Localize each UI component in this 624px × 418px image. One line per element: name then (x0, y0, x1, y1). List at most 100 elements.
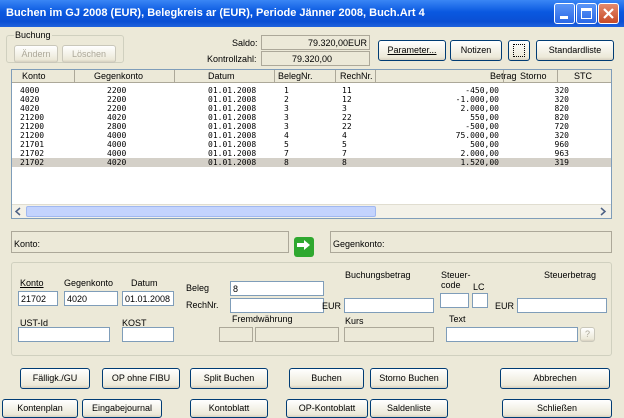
fremdwaehrung-code (219, 327, 253, 342)
fremdwaehrung-value (255, 327, 339, 342)
buchen-button[interactable]: Buchen (289, 368, 364, 389)
horizontal-scrollbar[interactable] (12, 204, 611, 218)
column-header[interactable]: Datum (208, 71, 235, 81)
split-buchen-button-label: Split Buchen (203, 373, 255, 383)
table-cell-beleg: 8 (284, 158, 289, 167)
fremdwaehrung-label: Fremdwährung (232, 314, 293, 324)
schliessen-button[interactable]: Schließen (502, 399, 612, 418)
beleg-input[interactable]: 8 (230, 281, 324, 296)
buchen-button-label: Buchen (311, 373, 342, 383)
column-header[interactable]: RechNr. (340, 71, 373, 81)
table-row[interactable]: 21200 4020 01.01.2008 3 22 550,00 820 (12, 113, 611, 122)
table-cell-stc: 319 (554, 158, 569, 167)
abbrechen-button[interactable]: Abbrechen (500, 368, 610, 389)
steuercode-input[interactable] (440, 293, 469, 308)
table-cell-konto: 4020 (20, 104, 40, 113)
table-row[interactable]: 21701 4000 01.01.2008 5 5 500,00 960 (12, 140, 611, 149)
table-cell-stc: 320 (554, 95, 569, 104)
table-cell-konto: 21200 (20, 131, 45, 140)
notizen-button[interactable]: Notizen (450, 40, 502, 61)
rechnr-input[interactable] (230, 298, 324, 313)
konto-info-panel: Konto: (11, 231, 289, 253)
table-cell-gegenkonto: 4020 (107, 113, 127, 122)
table-cell-betrag: 2.000,00 (460, 104, 499, 113)
lc-input[interactable] (472, 293, 488, 308)
table-cell-beleg: 1 (284, 86, 289, 95)
kost-input[interactable] (122, 327, 174, 342)
parameter-button[interactable]: Parameter... (378, 40, 446, 61)
scroll-thumb[interactable] (26, 206, 376, 217)
table-cell-rech: 4 (342, 131, 347, 140)
text-label: Text (449, 314, 466, 324)
table-cell-stc: 820 (554, 104, 569, 113)
scroll-left-icon[interactable] (14, 207, 23, 216)
konto-input[interactable]: 21702 (18, 291, 58, 306)
column-header[interactable]: Konto (22, 71, 46, 81)
kurs-label: Kurs (345, 316, 364, 326)
table-cell-datum: 01.01.2008 (208, 122, 257, 131)
eingabejournal-button[interactable]: Eingabejournal (82, 399, 162, 418)
table-cell-stc: 963 (554, 149, 569, 158)
table-row[interactable]: 4000 2200 01.01.2008 1 11 -450,00 320 (12, 86, 611, 95)
split-buchen-button[interactable]: Split Buchen (190, 368, 268, 389)
loeschen-button[interactable]: Löschen (62, 45, 116, 63)
op-ohne-fibu-button[interactable]: OP ohne FIBU (102, 368, 180, 389)
scroll-right-icon[interactable] (598, 207, 607, 216)
maximize-icon (581, 8, 592, 19)
gegenkonto-info-label: Gegenkonto: (333, 239, 385, 249)
gegenkonto-input[interactable]: 4020 (64, 291, 118, 306)
table-cell-datum: 01.01.2008 (208, 131, 257, 140)
notizen-button-label: Notizen (460, 45, 492, 55)
gegenkonto-info-panel: Gegenkonto: (330, 231, 612, 253)
table-row[interactable]: 21200 4000 01.01.2008 4 4 75.000,00 320 (12, 131, 611, 140)
datum-input[interactable]: 01.01.2008 (122, 291, 174, 306)
frame-toggle-button[interactable] (508, 40, 530, 61)
beleg-label: Beleg (186, 283, 210, 293)
minimize-button[interactable] (554, 3, 575, 24)
konto-info-label: Konto: (14, 239, 41, 249)
table-cell-konto: 21702 (20, 149, 45, 158)
table-cell-rech: 22 (342, 113, 352, 122)
bookings-table[interactable]: Konto Gegenkonto Datum BelegNr. RechNr. … (11, 69, 612, 219)
steuerbetrag-input[interactable] (517, 298, 607, 313)
saldenliste-button[interactable]: Saldenliste (370, 399, 448, 418)
buchungsbetrag-label: Buchungsbetrag (345, 270, 411, 280)
standardliste-button[interactable]: Standardliste (536, 40, 614, 61)
table-cell-rech: 11 (342, 86, 352, 95)
column-header[interactable]: Storno (520, 71, 547, 81)
eur-tax-label: EUR (495, 301, 515, 311)
op-kontoblatt-button[interactable]: OP-Kontoblatt (286, 399, 368, 418)
text-lookup-button[interactable]: ? (580, 327, 595, 342)
table-cell-gegenkonto: 2200 (107, 95, 127, 104)
faelligkeit-button[interactable]: Fälligk./GU (20, 368, 90, 389)
kontrollzahl-value: 79.320,00 (261, 51, 370, 66)
maximize-button[interactable] (576, 3, 597, 24)
buchungsbetrag-input[interactable] (344, 298, 434, 313)
table-row[interactable]: 21702 4000 01.01.2008 7 7 2.000,00 963 (12, 149, 611, 158)
table-row[interactable]: 4020 2200 01.01.2008 3 3 2.000,00 820 (12, 104, 611, 113)
text-input[interactable] (446, 327, 578, 342)
gegenkonto-label: Gegenkonto (64, 278, 114, 288)
column-header[interactable]: Gegenkonto (94, 71, 143, 81)
table-cell-stc: 320 (554, 131, 569, 140)
column-header[interactable]: BelegNr. (278, 71, 313, 81)
swap-accounts-icon[interactable] (291, 234, 317, 260)
table-cell-datum: 01.01.2008 (208, 149, 257, 158)
table-cell-konto: 21200 (20, 113, 45, 122)
table-cell-betrag: -1.000,00 (455, 95, 499, 104)
storno-buchen-button[interactable]: Storno Buchen (370, 368, 448, 389)
schliessen-button-label: Schließen (536, 403, 578, 413)
kontoblatt-button[interactable]: Kontoblatt (190, 399, 268, 418)
table-cell-stc: 720 (554, 122, 569, 131)
kontenplan-button[interactable]: Kontenplan (2, 399, 78, 418)
table-row[interactable]: 21702 4020 01.01.2008 8 8 1.520,00 319 (12, 158, 611, 167)
column-header[interactable]: STC (574, 71, 592, 81)
ustid-input[interactable] (18, 327, 110, 342)
close-button[interactable] (598, 3, 619, 24)
eingabejournal-button-label: Eingabejournal (91, 403, 153, 413)
table-cell-beleg: 3 (284, 113, 289, 122)
table-row[interactable]: 21200 2800 01.01.2008 3 22 -500,00 720 (12, 122, 611, 131)
aendern-button[interactable]: Ändern (14, 45, 58, 63)
kurs-value (344, 327, 434, 342)
table-row[interactable]: 4020 2200 01.01.2008 2 12 -1.000,00 320 (12, 95, 611, 104)
